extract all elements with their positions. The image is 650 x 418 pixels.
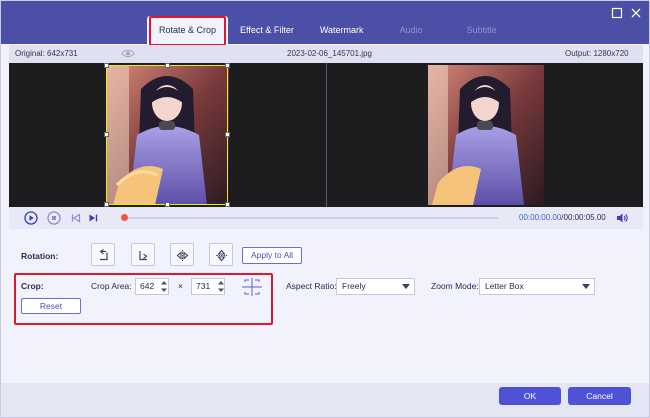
time-current: 00:00:00.00 bbox=[519, 213, 562, 222]
next-frame-icon[interactable] bbox=[86, 211, 100, 225]
zoom-mode-select[interactable]: Letter Box bbox=[479, 278, 595, 295]
height-stepper-icon[interactable] bbox=[216, 278, 226, 295]
width-stepper-icon[interactable] bbox=[159, 278, 169, 295]
tab-subtitle[interactable]: Subtitle bbox=[445, 16, 519, 44]
eye-icon[interactable] bbox=[121, 48, 135, 59]
file-name: 2023-02-06_145701.jpg bbox=[287, 49, 372, 58]
flip-horizontal-button[interactable] bbox=[170, 243, 194, 266]
zoom-mode-value: Letter Box bbox=[485, 281, 524, 291]
progress-track[interactable] bbox=[124, 217, 499, 219]
flip-vertical-icon bbox=[216, 249, 227, 262]
crop-dialog: Rotate & Crop Effect & Filter Watermark … bbox=[0, 0, 650, 418]
crop-handle[interactable] bbox=[225, 132, 230, 137]
flip-horizontal-icon bbox=[176, 250, 189, 261]
apply-to-all-button[interactable]: Apply to All bbox=[242, 247, 302, 264]
play-icon[interactable] bbox=[24, 211, 38, 225]
preview-divider bbox=[326, 63, 327, 207]
crop-handle[interactable] bbox=[104, 132, 109, 137]
close-icon[interactable] bbox=[629, 7, 643, 21]
tab-audio[interactable]: Audio bbox=[378, 16, 445, 44]
crop-label: Crop: bbox=[21, 281, 44, 291]
rotation-label: Rotation: bbox=[21, 251, 59, 261]
maximize-icon[interactable] bbox=[610, 7, 624, 21]
tab-watermark[interactable]: Watermark bbox=[306, 16, 378, 44]
tab-highlight-box bbox=[149, 16, 226, 46]
aspect-ratio-select[interactable]: Freely bbox=[336, 278, 415, 295]
crop-handle[interactable] bbox=[225, 63, 230, 68]
crop-frame[interactable] bbox=[106, 65, 228, 205]
volume-icon[interactable] bbox=[615, 211, 629, 225]
top-bar: Rotate & Crop Effect & Filter Watermark … bbox=[1, 1, 649, 44]
stop-icon[interactable] bbox=[47, 211, 61, 225]
tab-effect-filter[interactable]: Effect & Filter bbox=[228, 16, 306, 44]
reset-button[interactable]: Reset bbox=[21, 298, 81, 314]
time-total: /00:00:05.00 bbox=[561, 213, 606, 222]
info-bar: Original: 642x731 2023-02-06_145701.jpg … bbox=[9, 45, 643, 63]
cancel-button[interactable]: Cancel bbox=[568, 387, 631, 405]
rotate-right-button[interactable] bbox=[131, 243, 155, 266]
aspect-ratio-label: Aspect Ratio: bbox=[286, 281, 337, 291]
ok-button[interactable]: OK bbox=[499, 387, 561, 405]
playback-bar: 00:00:00.00/00:00:05.00 bbox=[9, 207, 643, 229]
rotate-right-icon bbox=[139, 251, 148, 261]
crop-handle[interactable] bbox=[104, 63, 109, 68]
chevron-down-icon bbox=[402, 284, 410, 289]
rotate-left-icon bbox=[99, 249, 108, 261]
crop-area-label: Crop Area: bbox=[91, 281, 132, 291]
output-image bbox=[428, 65, 544, 205]
previous-frame-icon[interactable] bbox=[69, 211, 83, 225]
flip-vertical-button[interactable] bbox=[209, 243, 233, 266]
aspect-ratio-value: Freely bbox=[342, 281, 366, 291]
output-size: Output: 1280x720 bbox=[565, 49, 629, 58]
center-crop-icon[interactable] bbox=[241, 277, 263, 297]
rotate-left-button[interactable] bbox=[91, 243, 115, 266]
original-size: Original: 642x731 bbox=[15, 49, 78, 58]
progress-knob[interactable] bbox=[121, 214, 128, 221]
preview-area bbox=[9, 63, 643, 207]
time-display: 00:00:00.00/00:00:05.00 bbox=[519, 213, 606, 222]
chevron-down-icon bbox=[582, 284, 590, 289]
zoom-mode-label: Zoom Mode: bbox=[431, 281, 479, 291]
crop-handle[interactable] bbox=[165, 63, 170, 68]
times-sign: × bbox=[178, 281, 183, 291]
